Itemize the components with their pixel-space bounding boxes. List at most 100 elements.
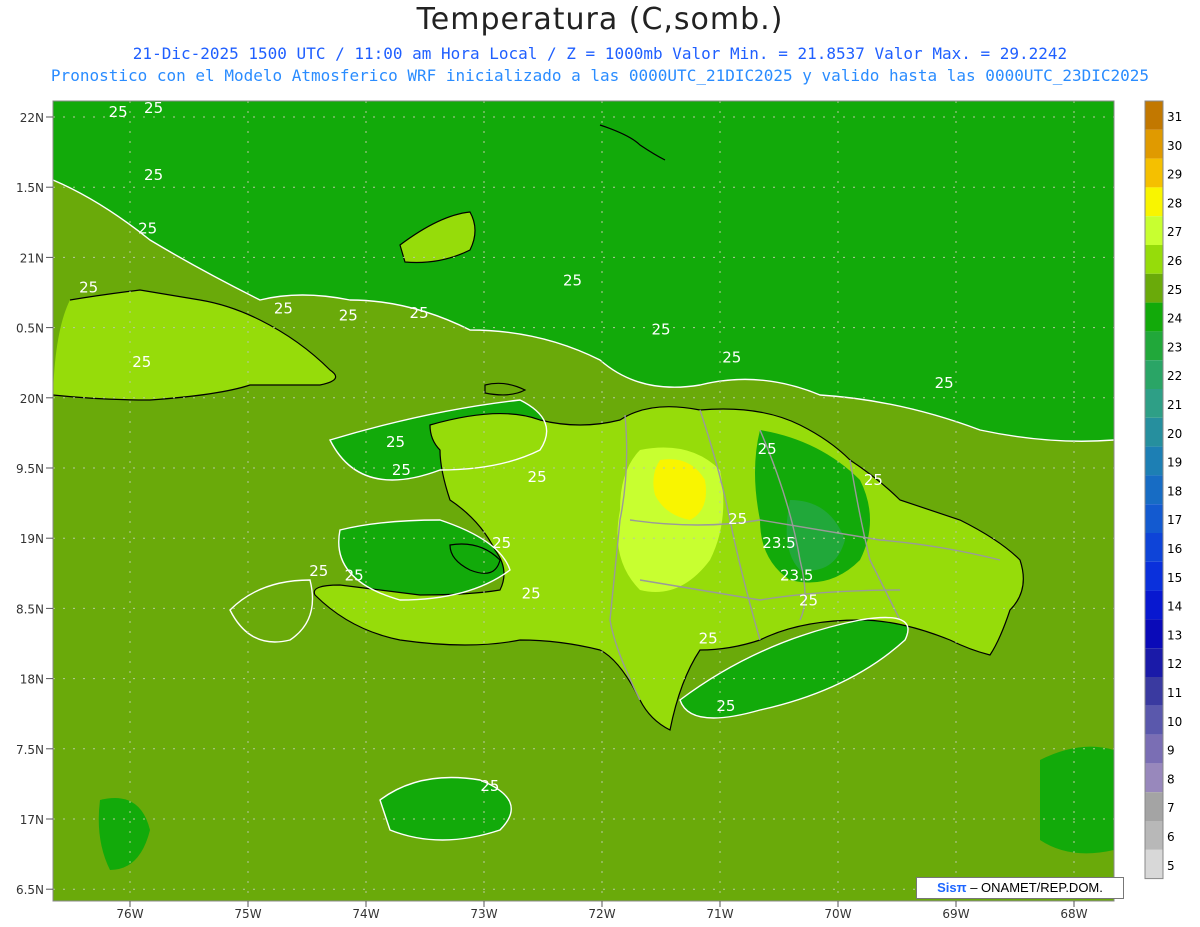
lat-label: 21N — [20, 251, 44, 265]
lat-label: 22N — [20, 111, 44, 125]
contour-label: 25 — [492, 534, 511, 552]
colorbar-swatch — [1145, 273, 1163, 303]
contour-label: 25 — [563, 271, 582, 289]
lat-label: 17N — [20, 813, 44, 827]
contour-label: 25 — [138, 220, 157, 238]
contour-label: 25 — [109, 103, 128, 121]
colorbar-label: 14 — [1167, 600, 1182, 614]
colorbar-swatch — [1145, 763, 1163, 793]
colorbar-swatch — [1145, 533, 1163, 562]
colorbar-swatch — [1145, 389, 1163, 418]
lat-label: 9.5N — [16, 462, 44, 476]
lat-label: 18N — [20, 673, 44, 687]
contour-label: 25 — [864, 471, 883, 489]
colorbar-swatch — [1145, 158, 1163, 188]
contour-label: 25 — [392, 461, 411, 479]
credit-text: – ONAMET/REP.DOM. — [970, 880, 1103, 895]
colorbar-swatch — [1145, 129, 1163, 159]
lat-label: 8.5N — [16, 602, 44, 616]
lat-label: 19N — [20, 532, 44, 546]
lat-label: 20N — [20, 392, 44, 406]
lat-label: 1.5N — [16, 181, 44, 195]
colorbar-swatch — [1145, 475, 1163, 505]
lon-label: 69W — [942, 907, 969, 921]
lon-label: 74W — [352, 907, 379, 921]
colorbar-swatch — [1145, 849, 1163, 879]
colorbar-label: 13 — [1167, 628, 1182, 642]
colorbar: 31 30 29 28 27 26 25 24 23 22 21 20 19 18 17 16 15 14 13 12… — [1144, 100, 1182, 880]
colorbar-label: 31 — [1167, 110, 1182, 124]
contour-label: 25 — [799, 592, 818, 610]
contour-label: 25 — [699, 630, 718, 648]
contour-label: 25 — [274, 300, 293, 318]
lon-label: 76W — [116, 907, 143, 921]
colorbar-swatch — [1145, 677, 1163, 706]
plot-area: 25 25 25 25 25 25 25 25 25 25 25 25 25 25 25 25 25 25 25 25… — [53, 101, 1114, 901]
contour-label: 25 — [935, 374, 954, 392]
colorbar-swatch — [1145, 590, 1163, 620]
contour-label: 25 — [386, 433, 405, 451]
colorbar-label: 27 — [1167, 225, 1182, 239]
lon-label: 70W — [824, 907, 851, 921]
colorbar-swatch — [1145, 561, 1163, 591]
colorbar-swatch — [1145, 417, 1163, 447]
contour-label: 25 — [728, 510, 747, 528]
colorbar-swatch — [1145, 446, 1163, 476]
colorbar-swatch — [1145, 648, 1163, 677]
contour-label: 25 — [651, 321, 670, 339]
colorbar-label: 26 — [1167, 254, 1182, 268]
lat-label: 7.5N — [16, 743, 44, 757]
colorbar-label: 19 — [1167, 456, 1182, 470]
colorbar-swatch — [1145, 245, 1163, 274]
colorbar-label: 7 — [1167, 801, 1175, 815]
credit-brand: Sisπ — [937, 880, 967, 895]
colorbar-label: 6 — [1167, 830, 1175, 844]
contour-label: 25 — [410, 304, 429, 322]
colorbar-swatch — [1145, 619, 1163, 649]
colorbar-label: 15 — [1167, 571, 1182, 585]
colorbar-label: 12 — [1167, 657, 1182, 671]
contour-label: 25 — [722, 349, 741, 367]
colorbar-swatch — [1145, 792, 1163, 821]
colorbar-label: 16 — [1167, 542, 1182, 556]
colorbar-label: 10 — [1167, 715, 1182, 729]
credit-box: Sisπ – ONAMET/REP.DOM. — [916, 877, 1124, 899]
temperature-map: 25 25 25 25 25 25 25 25 25 25 25 25 25 25 25 25 25 25 25 25… — [16, 100, 1182, 921]
contour-label: 25 — [345, 566, 364, 584]
colorbar-label: 20 — [1167, 427, 1182, 441]
contour-label: 25 — [132, 353, 151, 371]
colorbar-label: 30 — [1167, 139, 1182, 153]
colorbar-label: 21 — [1167, 398, 1182, 412]
cool-sea-east — [1040, 746, 1114, 854]
colorbar-swatch — [1145, 216, 1163, 245]
colorbar-label: 8 — [1167, 772, 1175, 786]
contour-label: 25 — [79, 279, 98, 297]
contour-label: 23.5 — [762, 534, 795, 552]
colorbar-label: 29 — [1167, 168, 1182, 182]
colorbar-swatch — [1145, 187, 1163, 217]
colorbar-label: 18 — [1167, 484, 1182, 498]
lon-label: 68W — [1060, 907, 1087, 921]
contour-label: 25 — [144, 166, 163, 184]
colorbar-swatch — [1145, 705, 1163, 735]
contour-label: 25 — [528, 468, 547, 486]
latitude-axis: 22N 1.5N 21N 0.5N 20N 9.5N 19N 8.5N 18N 7.5N 17N 6.… — [16, 111, 53, 897]
colorbar-label: 24 — [1167, 312, 1182, 326]
colorbar-swatch — [1145, 360, 1163, 389]
contour-label: 25 — [716, 697, 735, 715]
lon-label: 72W — [588, 907, 615, 921]
lon-label: 73W — [470, 907, 497, 921]
colorbar-label: 9 — [1167, 744, 1175, 758]
contour-label: 25 — [309, 562, 328, 580]
colorbar-swatch — [1145, 331, 1163, 361]
colorbar-swatch — [1145, 821, 1163, 850]
longitude-axis: 76W 75W 74W 73W 72W 71W 70W 69W 68W — [116, 901, 1088, 921]
colorbar-swatch — [1145, 734, 1163, 764]
colorbar-swatch — [1145, 302, 1163, 332]
colorbar-label: 25 — [1167, 283, 1182, 297]
lon-label: 75W — [234, 907, 261, 921]
lat-label: 6.5N — [16, 883, 44, 897]
contour-label: 25 — [480, 777, 499, 795]
contour-label: 25 — [339, 307, 358, 325]
lat-label: 0.5N — [16, 322, 44, 336]
